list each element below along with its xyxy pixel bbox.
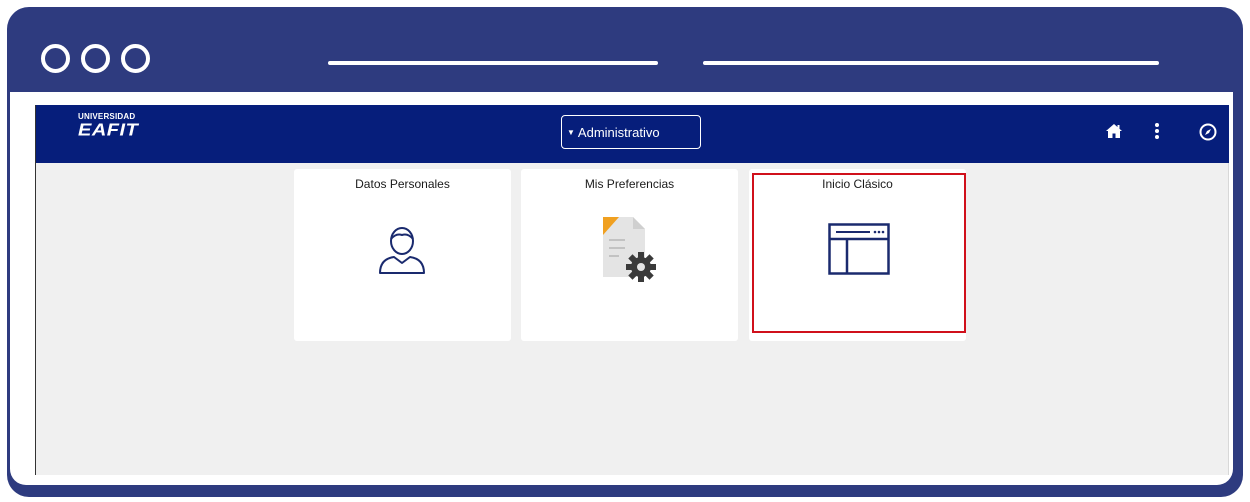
window-circle-icon [121, 44, 150, 73]
window-circle-icon [41, 44, 70, 73]
home-icon[interactable] [1105, 122, 1123, 140]
highlight-box [752, 173, 966, 333]
dropdown-caret-icon: ▼ [567, 127, 575, 137]
university-logo[interactable]: UNIVERSIDAD EAFIT [78, 113, 138, 141]
dropdown-label: Administrativo [577, 124, 660, 140]
top-navigation-bar: UNIVERSIDAD EAFIT ▼ Administrativo [36, 105, 1229, 163]
homepage-selector-dropdown[interactable]: ▼ Administrativo [561, 115, 701, 149]
logo-title: EAFIT [78, 120, 139, 140]
navigator-compass-icon[interactable] [1198, 122, 1218, 142]
address-bar-line [328, 61, 658, 65]
preferences-gear-icon [599, 211, 665, 292]
tile-mis-preferencias[interactable]: Mis Preferencias [521, 169, 738, 341]
tile-title: Mis Preferencias [584, 177, 675, 191]
app-screen: UNIVERSIDAD EAFIT ▼ Administrativo Datos… [36, 105, 1229, 475]
person-icon [374, 221, 430, 282]
window-circle-icon [81, 44, 110, 73]
actions-menu-icon[interactable] [1154, 122, 1160, 140]
tile-datos-personales[interactable]: Datos Personales [294, 169, 511, 341]
address-bar-line [703, 61, 1159, 65]
tile-title: Datos Personales [355, 177, 450, 191]
